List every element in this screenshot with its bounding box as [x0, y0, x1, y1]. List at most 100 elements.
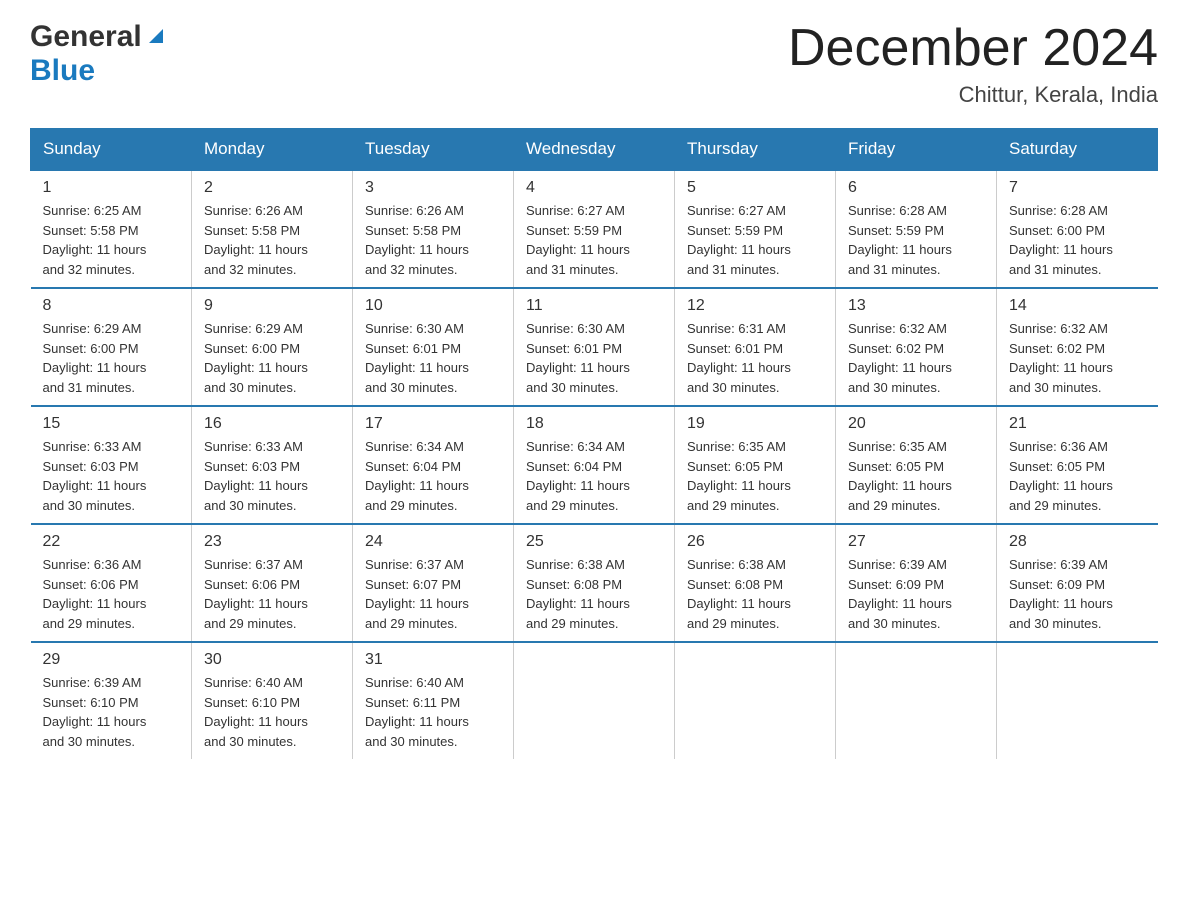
day-number: 18 — [526, 415, 662, 433]
day-info: Sunrise: 6:25 AM Sunset: 5:58 PM Dayligh… — [43, 201, 180, 279]
calendar-day-cell — [675, 642, 836, 759]
weekday-header-friday: Friday — [836, 129, 997, 171]
day-info: Sunrise: 6:39 AM Sunset: 6:09 PM Dayligh… — [848, 555, 984, 633]
calendar-day-cell: 4 Sunrise: 6:27 AM Sunset: 5:59 PM Dayli… — [514, 170, 675, 288]
calendar-day-cell: 23 Sunrise: 6:37 AM Sunset: 6:06 PM Dayl… — [192, 524, 353, 642]
day-number: 7 — [1009, 179, 1146, 197]
day-info: Sunrise: 6:39 AM Sunset: 6:09 PM Dayligh… — [1009, 555, 1146, 633]
logo: General Blue — [30, 20, 167, 88]
weekday-header-tuesday: Tuesday — [353, 129, 514, 171]
day-info: Sunrise: 6:35 AM Sunset: 6:05 PM Dayligh… — [848, 437, 984, 515]
calendar-day-cell: 14 Sunrise: 6:32 AM Sunset: 6:02 PM Dayl… — [997, 288, 1158, 406]
calendar-day-cell: 25 Sunrise: 6:38 AM Sunset: 6:08 PM Dayl… — [514, 524, 675, 642]
day-number: 19 — [687, 415, 823, 433]
day-info: Sunrise: 6:36 AM Sunset: 6:05 PM Dayligh… — [1009, 437, 1146, 515]
day-number: 16 — [204, 415, 340, 433]
day-info: Sunrise: 6:34 AM Sunset: 6:04 PM Dayligh… — [365, 437, 501, 515]
calendar-day-cell: 10 Sunrise: 6:30 AM Sunset: 6:01 PM Dayl… — [353, 288, 514, 406]
day-info: Sunrise: 6:30 AM Sunset: 6:01 PM Dayligh… — [526, 319, 662, 397]
day-info: Sunrise: 6:30 AM Sunset: 6:01 PM Dayligh… — [365, 319, 501, 397]
calendar-day-cell: 24 Sunrise: 6:37 AM Sunset: 6:07 PM Dayl… — [353, 524, 514, 642]
logo-triangle-icon — [145, 25, 167, 52]
calendar-day-cell: 22 Sunrise: 6:36 AM Sunset: 6:06 PM Dayl… — [31, 524, 192, 642]
weekday-header-wednesday: Wednesday — [514, 129, 675, 171]
calendar-day-cell: 29 Sunrise: 6:39 AM Sunset: 6:10 PM Dayl… — [31, 642, 192, 759]
day-number: 24 — [365, 533, 501, 551]
day-number: 12 — [687, 297, 823, 315]
page-header: General Blue December 2024 Chittur, Kera… — [30, 20, 1158, 108]
calendar-day-cell: 9 Sunrise: 6:29 AM Sunset: 6:00 PM Dayli… — [192, 288, 353, 406]
day-number: 11 — [526, 297, 662, 315]
calendar-day-cell: 16 Sunrise: 6:33 AM Sunset: 6:03 PM Dayl… — [192, 406, 353, 524]
day-info: Sunrise: 6:27 AM Sunset: 5:59 PM Dayligh… — [687, 201, 823, 279]
calendar-day-cell: 6 Sunrise: 6:28 AM Sunset: 5:59 PM Dayli… — [836, 170, 997, 288]
weekday-header-monday: Monday — [192, 129, 353, 171]
day-number: 9 — [204, 297, 340, 315]
day-info: Sunrise: 6:31 AM Sunset: 6:01 PM Dayligh… — [687, 319, 823, 397]
day-number: 31 — [365, 651, 501, 669]
calendar-day-cell: 18 Sunrise: 6:34 AM Sunset: 6:04 PM Dayl… — [514, 406, 675, 524]
day-info: Sunrise: 6:36 AM Sunset: 6:06 PM Dayligh… — [43, 555, 180, 633]
calendar-week-row: 29 Sunrise: 6:39 AM Sunset: 6:10 PM Dayl… — [31, 642, 1158, 759]
day-number: 28 — [1009, 533, 1146, 551]
weekday-header-saturday: Saturday — [997, 129, 1158, 171]
calendar-day-cell: 12 Sunrise: 6:31 AM Sunset: 6:01 PM Dayl… — [675, 288, 836, 406]
month-title: December 2024 — [788, 20, 1158, 77]
day-number: 1 — [43, 179, 180, 197]
calendar-week-row: 15 Sunrise: 6:33 AM Sunset: 6:03 PM Dayl… — [31, 406, 1158, 524]
day-number: 5 — [687, 179, 823, 197]
day-info: Sunrise: 6:39 AM Sunset: 6:10 PM Dayligh… — [43, 673, 180, 751]
day-info: Sunrise: 6:35 AM Sunset: 6:05 PM Dayligh… — [687, 437, 823, 515]
location-title: Chittur, Kerala, India — [788, 82, 1158, 108]
calendar-day-cell — [514, 642, 675, 759]
calendar-day-cell: 27 Sunrise: 6:39 AM Sunset: 6:09 PM Dayl… — [836, 524, 997, 642]
calendar-day-cell — [997, 642, 1158, 759]
calendar-day-cell: 28 Sunrise: 6:39 AM Sunset: 6:09 PM Dayl… — [997, 524, 1158, 642]
day-info: Sunrise: 6:40 AM Sunset: 6:10 PM Dayligh… — [204, 673, 340, 751]
day-info: Sunrise: 6:29 AM Sunset: 6:00 PM Dayligh… — [204, 319, 340, 397]
day-number: 30 — [204, 651, 340, 669]
calendar-table: SundayMondayTuesdayWednesdayThursdayFrid… — [30, 128, 1158, 759]
calendar-day-cell: 17 Sunrise: 6:34 AM Sunset: 6:04 PM Dayl… — [353, 406, 514, 524]
weekday-header-row: SundayMondayTuesdayWednesdayThursdayFrid… — [31, 129, 1158, 171]
calendar-day-cell: 13 Sunrise: 6:32 AM Sunset: 6:02 PM Dayl… — [836, 288, 997, 406]
calendar-day-cell: 21 Sunrise: 6:36 AM Sunset: 6:05 PM Dayl… — [997, 406, 1158, 524]
day-info: Sunrise: 6:28 AM Sunset: 5:59 PM Dayligh… — [848, 201, 984, 279]
day-info: Sunrise: 6:29 AM Sunset: 6:00 PM Dayligh… — [43, 319, 180, 397]
day-info: Sunrise: 6:26 AM Sunset: 5:58 PM Dayligh… — [365, 201, 501, 279]
day-number: 26 — [687, 533, 823, 551]
calendar-day-cell: 19 Sunrise: 6:35 AM Sunset: 6:05 PM Dayl… — [675, 406, 836, 524]
day-number: 29 — [43, 651, 180, 669]
logo-general-text: General — [30, 20, 142, 54]
day-number: 13 — [848, 297, 984, 315]
day-info: Sunrise: 6:40 AM Sunset: 6:11 PM Dayligh… — [365, 673, 501, 751]
title-section: December 2024 Chittur, Kerala, India — [788, 20, 1158, 108]
day-number: 17 — [365, 415, 501, 433]
calendar-day-cell — [836, 642, 997, 759]
day-info: Sunrise: 6:32 AM Sunset: 6:02 PM Dayligh… — [1009, 319, 1146, 397]
calendar-day-cell: 31 Sunrise: 6:40 AM Sunset: 6:11 PM Dayl… — [353, 642, 514, 759]
calendar-day-cell: 3 Sunrise: 6:26 AM Sunset: 5:58 PM Dayli… — [353, 170, 514, 288]
calendar-day-cell: 11 Sunrise: 6:30 AM Sunset: 6:01 PM Dayl… — [514, 288, 675, 406]
day-number: 15 — [43, 415, 180, 433]
calendar-day-cell: 20 Sunrise: 6:35 AM Sunset: 6:05 PM Dayl… — [836, 406, 997, 524]
day-info: Sunrise: 6:37 AM Sunset: 6:07 PM Dayligh… — [365, 555, 501, 633]
day-info: Sunrise: 6:27 AM Sunset: 5:59 PM Dayligh… — [526, 201, 662, 279]
day-number: 10 — [365, 297, 501, 315]
day-number: 27 — [848, 533, 984, 551]
calendar-day-cell: 8 Sunrise: 6:29 AM Sunset: 6:00 PM Dayli… — [31, 288, 192, 406]
day-number: 22 — [43, 533, 180, 551]
day-number: 8 — [43, 297, 180, 315]
logo-blue-text: Blue — [30, 54, 95, 87]
calendar-week-row: 1 Sunrise: 6:25 AM Sunset: 5:58 PM Dayli… — [31, 170, 1158, 288]
day-info: Sunrise: 6:33 AM Sunset: 6:03 PM Dayligh… — [204, 437, 340, 515]
calendar-day-cell: 7 Sunrise: 6:28 AM Sunset: 6:00 PM Dayli… — [997, 170, 1158, 288]
calendar-week-row: 8 Sunrise: 6:29 AM Sunset: 6:00 PM Dayli… — [31, 288, 1158, 406]
day-number: 23 — [204, 533, 340, 551]
day-info: Sunrise: 6:32 AM Sunset: 6:02 PM Dayligh… — [848, 319, 984, 397]
calendar-week-row: 22 Sunrise: 6:36 AM Sunset: 6:06 PM Dayl… — [31, 524, 1158, 642]
calendar-day-cell: 15 Sunrise: 6:33 AM Sunset: 6:03 PM Dayl… — [31, 406, 192, 524]
calendar-day-cell: 30 Sunrise: 6:40 AM Sunset: 6:10 PM Dayl… — [192, 642, 353, 759]
calendar-day-cell: 5 Sunrise: 6:27 AM Sunset: 5:59 PM Dayli… — [675, 170, 836, 288]
day-info: Sunrise: 6:33 AM Sunset: 6:03 PM Dayligh… — [43, 437, 180, 515]
